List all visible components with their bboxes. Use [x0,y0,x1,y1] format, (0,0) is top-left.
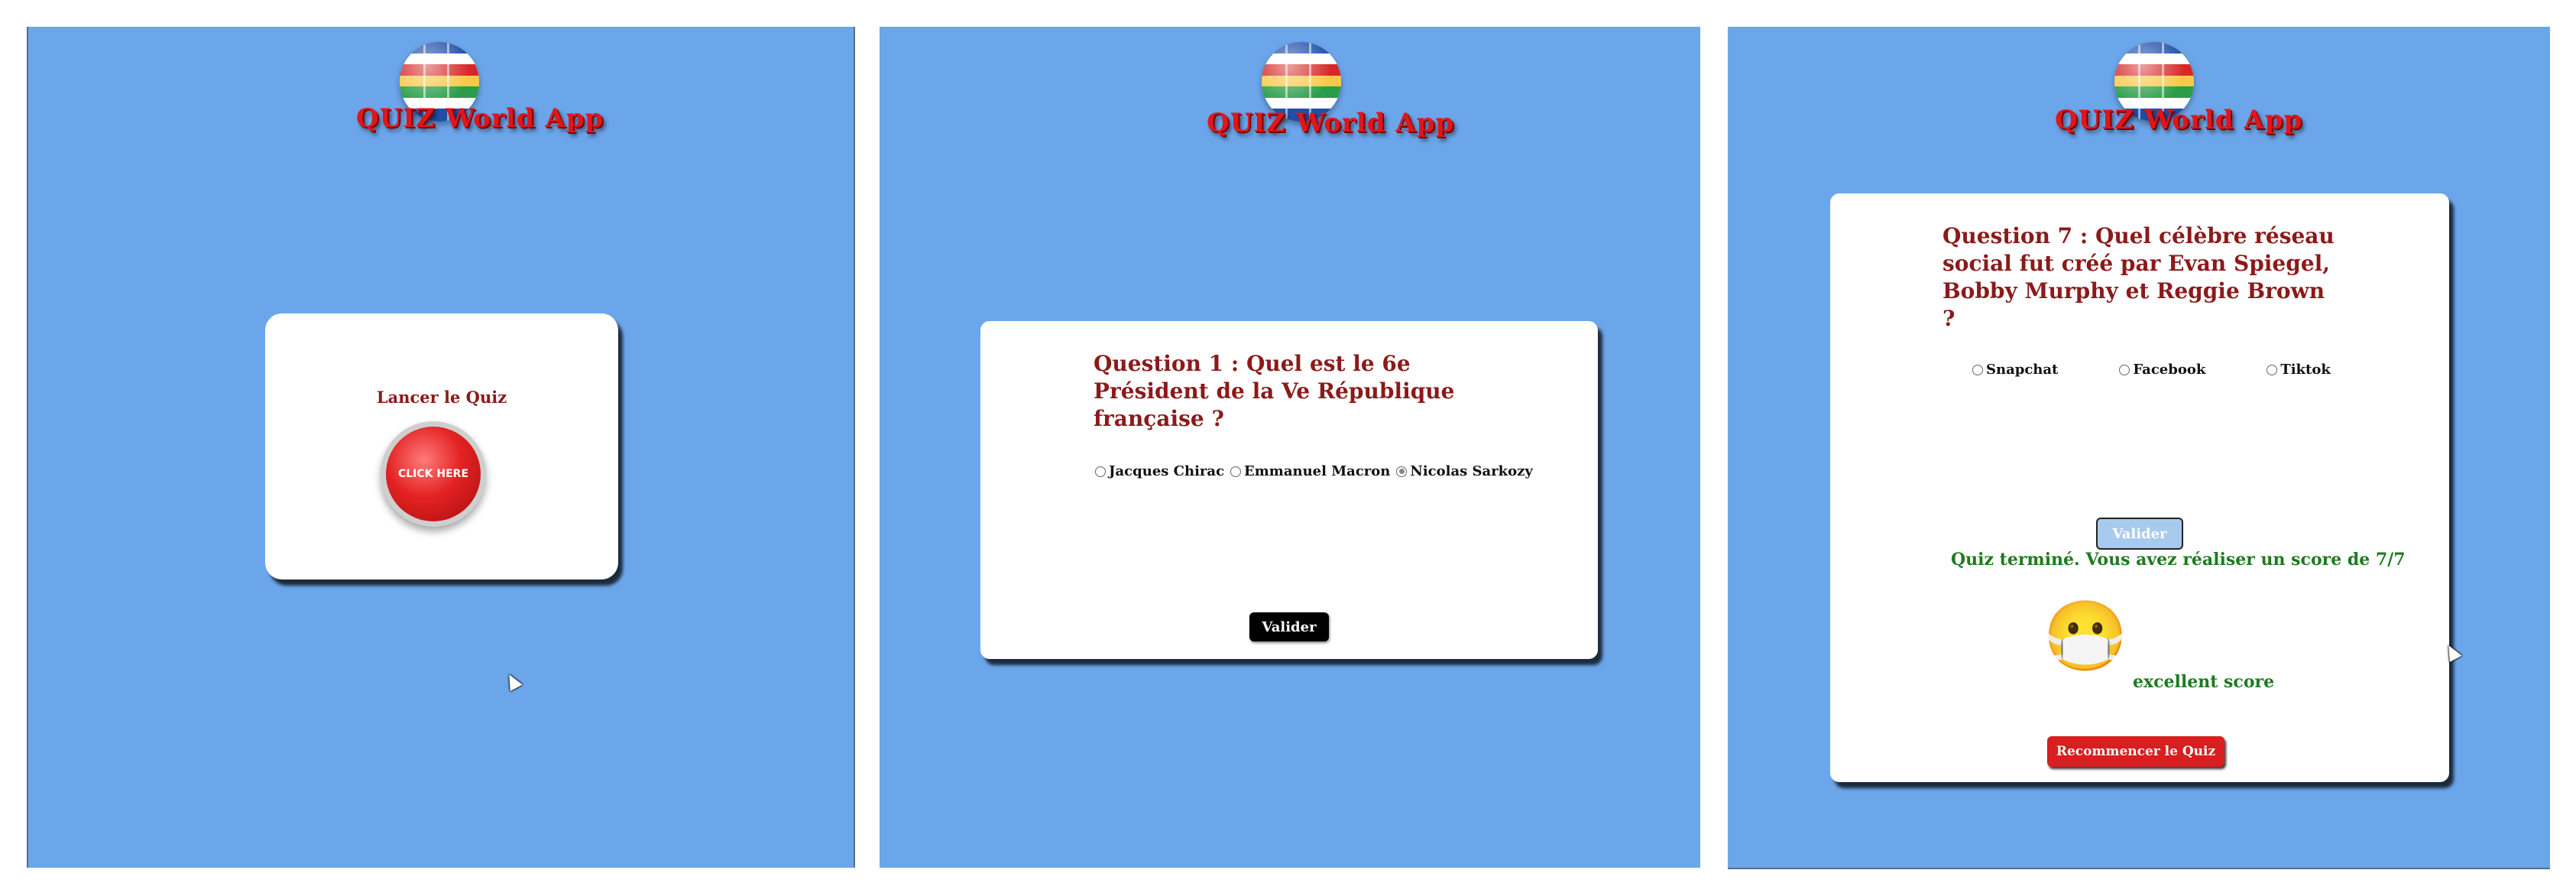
option-jacques-chirac[interactable]: Jacques Chirac [1095,463,1224,479]
app-title: QUIZ World App [1207,108,1455,138]
question-result-card: Question 7 : Quel célèbre réseau social … [1830,193,2449,782]
question-text: Question 1 : Quel est le 6e Président de… [1094,351,1455,431]
radio-button[interactable] [1095,466,1106,477]
result-message: Quiz terminé. Vous avez réaliser un scor… [1951,550,2406,570]
restart-quiz-button[interactable]: Recommencer le Quiz [2047,736,2224,767]
option-nicolas-sarkozy[interactable]: Nicolas Sarkozy [1396,463,1533,479]
valider-button[interactable]: Valider [1249,612,1329,641]
face-with-medical-mask-emoji: 😷 [2043,596,2129,677]
answer-options: Jacques Chirac Emmanuel Macron Nicolas S… [1095,463,1539,479]
click-here-button[interactable]: CLICK HERE [386,427,481,521]
radio-button[interactable] [2267,364,2278,375]
result-screen-panel: QUIZ World App Question 7 : Quel célèbre… [1728,27,2550,869]
start-card: Lancer le Quiz CLICK HERE [265,313,618,579]
radio-button-selected[interactable] [1396,466,1408,477]
option-tiktok[interactable]: Tiktok [2267,362,2331,378]
radio-button[interactable] [2119,364,2130,375]
radio-button[interactable] [1230,466,1242,477]
option-emmanuel-macron[interactable]: Emmanuel Macron [1230,463,1390,479]
radio-button[interactable] [1972,364,1983,375]
question-card: Question 1 : Quel est le 6e Président de… [980,321,1598,659]
answer-options: Snapchat Facebook Tiktok [1972,362,2392,378]
question-screen-panel: QUIZ World App Question 1 : Quel est le … [880,27,1700,868]
app-title: QUIZ World App [2055,105,2303,135]
start-quiz-label: Lancer le Quiz [376,388,507,407]
mouse-cursor-icon [503,670,523,692]
score-comment: excellent score [2133,672,2275,692]
option-facebook[interactable]: Facebook [2119,362,2205,378]
app-title: QUIZ World App [356,103,604,134]
question-text: Question 7 : Quel célèbre réseau social … [1943,223,2335,331]
option-snapchat[interactable]: Snapchat [1972,362,2058,378]
valider-button-disabled: Valider [2096,518,2183,550]
start-screen-panel: QUIZ World App Lancer le Quiz CLICK HERE [27,27,855,868]
